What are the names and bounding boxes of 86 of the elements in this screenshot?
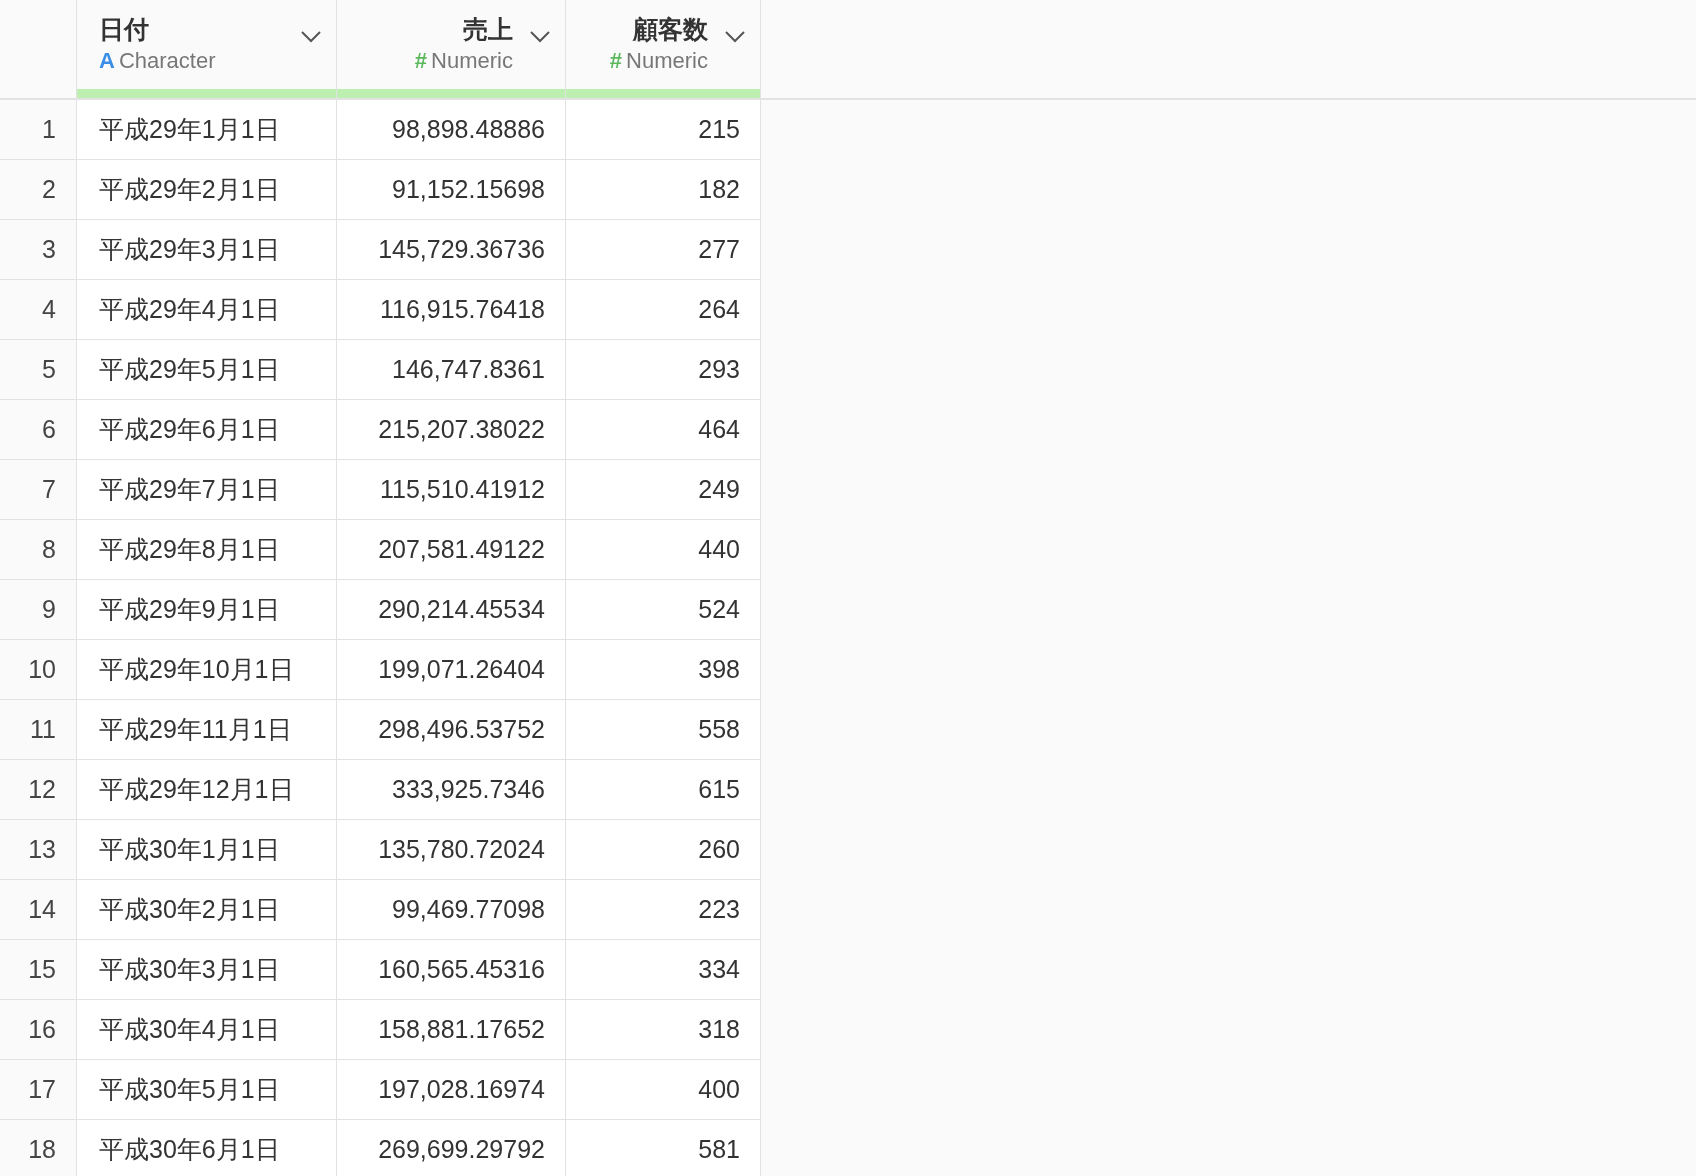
table-cell: 207,581.49122 xyxy=(337,520,566,580)
table-cell: 平成29年2月1日 xyxy=(77,160,337,220)
table-cell: 524 xyxy=(566,580,761,640)
table-cell: 平成30年1月1日 xyxy=(77,820,337,880)
row-number: 14 xyxy=(0,880,77,940)
table-cell: 98,898.48886 xyxy=(337,100,566,160)
table-cell: 平成29年12月1日 xyxy=(77,760,337,820)
table-cell: 318 xyxy=(566,1000,761,1060)
chevron-down-icon[interactable] xyxy=(300,30,322,44)
table-cell: 116,915.76418 xyxy=(337,280,566,340)
row-number: 10 xyxy=(0,640,77,700)
type-icon: # xyxy=(609,48,623,74)
table-cell: 277 xyxy=(566,220,761,280)
table-cell: 平成29年9月1日 xyxy=(77,580,337,640)
table-cell: 293 xyxy=(566,340,761,400)
table-cell: 160,565.45316 xyxy=(337,940,566,1000)
column-type: Character xyxy=(118,48,216,74)
table-cell: 145,729.36736 xyxy=(337,220,566,280)
table-cell: 615 xyxy=(566,760,761,820)
table-cell: 400 xyxy=(566,1060,761,1120)
table-cell: 平成29年1月1日 xyxy=(77,100,337,160)
table-cell: 298,496.53752 xyxy=(337,700,566,760)
table-cell: 115,510.41912 xyxy=(337,460,566,520)
row-number: 8 xyxy=(0,520,77,580)
table-cell: 146,747.8361 xyxy=(337,340,566,400)
table-cell: 223 xyxy=(566,880,761,940)
row-number: 11 xyxy=(0,700,77,760)
row-number: 13 xyxy=(0,820,77,880)
table-cell: 99,469.77098 xyxy=(337,880,566,940)
column-type: Numeric xyxy=(431,48,513,74)
table-cell: 334 xyxy=(566,940,761,1000)
table-cell: 135,780.72024 xyxy=(337,820,566,880)
row-number: 2 xyxy=(0,160,77,220)
table-cell: 平成30年5月1日 xyxy=(77,1060,337,1120)
chevron-down-icon[interactable] xyxy=(529,30,551,44)
column-name: 日付 xyxy=(99,14,149,44)
table-cell: 91,152.15698 xyxy=(337,160,566,220)
table-cell: 215,207.38022 xyxy=(337,400,566,460)
row-number: 12 xyxy=(0,760,77,820)
row-number: 17 xyxy=(0,1060,77,1120)
table-cell: 269,699.29792 xyxy=(337,1120,566,1176)
table-cell: 440 xyxy=(566,520,761,580)
column-header[interactable]: 顧客数 # Numeric xyxy=(566,0,761,98)
row-number: 16 xyxy=(0,1000,77,1060)
column-header[interactable]: 日付 A Character xyxy=(77,0,337,98)
table-cell: 182 xyxy=(566,160,761,220)
row-number: 3 xyxy=(0,220,77,280)
table-cell: 581 xyxy=(566,1120,761,1176)
type-icon: # xyxy=(414,48,428,74)
table-cell: 260 xyxy=(566,820,761,880)
table-cell: 333,925.7346 xyxy=(337,760,566,820)
table-cell: 平成29年5月1日 xyxy=(77,340,337,400)
row-number: 4 xyxy=(0,280,77,340)
table-cell: 平成29年7月1日 xyxy=(77,460,337,520)
row-number: 9 xyxy=(0,580,77,640)
table-cell: 平成29年10月1日 xyxy=(77,640,337,700)
row-number: 1 xyxy=(0,100,77,160)
row-number: 5 xyxy=(0,340,77,400)
table-cell: 平成30年2月1日 xyxy=(77,880,337,940)
table-cell: 215 xyxy=(566,100,761,160)
column-name: 顧客数 xyxy=(633,14,708,44)
chevron-down-icon[interactable] xyxy=(724,30,746,44)
table-cell: 197,028.16974 xyxy=(337,1060,566,1120)
row-number: 15 xyxy=(0,940,77,1000)
table-cell: 558 xyxy=(566,700,761,760)
column-name: 売上 xyxy=(463,14,513,44)
table-cell: 264 xyxy=(566,280,761,340)
table-cell: 平成29年6月1日 xyxy=(77,400,337,460)
row-number: 7 xyxy=(0,460,77,520)
table-cell: 249 xyxy=(566,460,761,520)
type-icon: A xyxy=(99,48,115,74)
table-cell: 平成29年8月1日 xyxy=(77,520,337,580)
table-cell: 158,881.17652 xyxy=(337,1000,566,1060)
table-cell: 平成29年4月1日 xyxy=(77,280,337,340)
column-header[interactable]: 売上 # Numeric xyxy=(337,0,566,98)
table-cell: 平成29年11月1日 xyxy=(77,700,337,760)
row-number: 6 xyxy=(0,400,77,460)
table-cell: 平成29年3月1日 xyxy=(77,220,337,280)
table-cell: 464 xyxy=(566,400,761,460)
table-cell: 290,214.45534 xyxy=(337,580,566,640)
table-cell: 平成30年6月1日 xyxy=(77,1120,337,1176)
column-type: Numeric xyxy=(626,48,708,74)
table-cell: 398 xyxy=(566,640,761,700)
table-cell: 平成30年4月1日 xyxy=(77,1000,337,1060)
table-cell: 平成30年3月1日 xyxy=(77,940,337,1000)
table-cell: 199,071.26404 xyxy=(337,640,566,700)
